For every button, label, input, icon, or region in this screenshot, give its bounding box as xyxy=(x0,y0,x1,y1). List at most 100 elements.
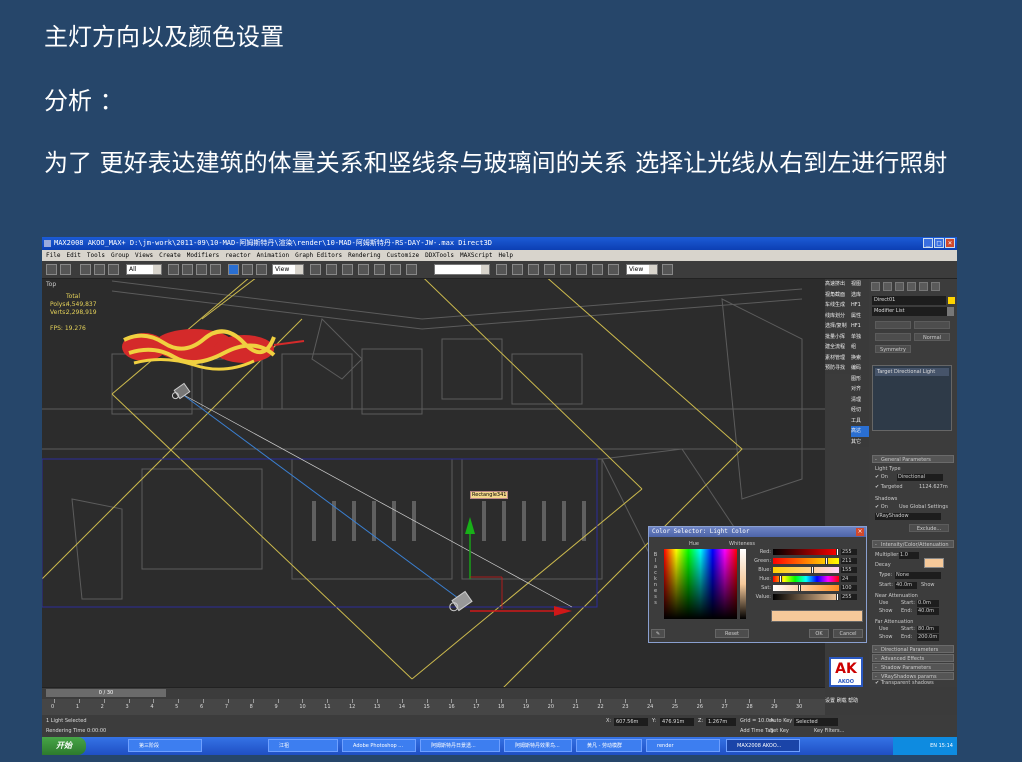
y-coordinate-field[interactable]: 476.91m xyxy=(660,718,694,726)
bind-icon[interactable] xyxy=(108,264,119,275)
taskbar-item[interactable]: 第三阶段 xyxy=(128,739,202,752)
channel-slider[interactable] xyxy=(773,557,839,565)
logo-menu[interactable]: 设置 刷载 帮助 xyxy=(825,697,858,704)
snap-icon[interactable] xyxy=(358,264,369,275)
channel-value-field[interactable]: 255 xyxy=(841,594,857,600)
plugin-tool-left-0[interactable]: 高速挤出 xyxy=(825,279,851,290)
plugin-tool-left-1[interactable]: 视角截面 xyxy=(825,290,851,301)
angle-snap-icon[interactable] xyxy=(374,264,385,275)
modifier-button-2[interactable] xyxy=(914,321,950,329)
region-select-icon[interactable] xyxy=(196,264,207,275)
multiplier-field[interactable]: 1.0 xyxy=(899,552,919,559)
exclude-button[interactable]: Exclude... xyxy=(909,524,949,532)
menu-item-reactor[interactable]: reactor xyxy=(225,252,250,259)
manipulate-icon[interactable] xyxy=(326,264,337,275)
channel-slider[interactable] xyxy=(773,548,839,556)
plugin-tool-right-12[interactable]: 经切 xyxy=(851,405,869,416)
shadow-params-rollout[interactable]: Shadow Parameters xyxy=(872,663,954,672)
redo-icon[interactable] xyxy=(60,264,71,275)
channel-value-field[interactable]: 24 xyxy=(841,576,857,582)
select-by-name-icon[interactable] xyxy=(182,264,193,275)
plugin-tool-right-2[interactable]: HF1 xyxy=(851,300,869,311)
object-name-field[interactable]: Direct01 xyxy=(872,296,946,305)
render-setup-icon[interactable] xyxy=(592,264,603,275)
utilities-tab-icon[interactable] xyxy=(931,282,940,291)
trackbar[interactable]: 0 1 2 3 4 5 6 7 8 9 10 11 12 13 14 15 16 17 18 19 20 21 22 23 24… xyxy=(42,699,825,715)
menu-item-maxscript[interactable]: MAXScript xyxy=(460,252,493,259)
decay-type-dropdown[interactable]: None xyxy=(895,572,941,579)
key-filters-button[interactable]: Key Filters... xyxy=(814,727,844,735)
taskbar-item[interactable]: 阿姆斯特丹效果鸟... xyxy=(504,739,572,752)
undo-icon[interactable] xyxy=(46,264,57,275)
far-use-checkbox[interactable]: Use xyxy=(879,626,888,633)
key-mode-dropdown[interactable]: Selected xyxy=(794,718,838,726)
cancel-button[interactable]: Cancel xyxy=(833,629,863,638)
pivot-icon[interactable] xyxy=(310,264,321,275)
modify-tab-icon[interactable] xyxy=(883,282,892,291)
taskbar-item[interactable]: Adobe Photoshop ... xyxy=(342,739,416,752)
symmetry-button[interactable]: Symmetry xyxy=(875,345,911,353)
schematic-view-icon[interactable] xyxy=(560,264,571,275)
named-selection-dropdown[interactable] xyxy=(434,264,490,275)
plugin-tool-right-6[interactable]: 组 xyxy=(851,342,869,353)
plugin-tool-right-11[interactable]: 清理 xyxy=(851,395,869,406)
z-coordinate-field[interactable]: 1.267m xyxy=(706,718,736,726)
targeted-checkbox[interactable]: ✔ Targeted xyxy=(875,484,903,491)
stack-item[interactable]: Target Directional Light xyxy=(875,368,949,376)
channel-slider-thumb[interactable] xyxy=(836,548,839,556)
plugin-tool-right-9[interactable]: 图形 xyxy=(851,374,869,385)
rotate-icon[interactable] xyxy=(242,264,253,275)
select-icon[interactable] xyxy=(168,264,179,275)
layer-manager-icon[interactable] xyxy=(528,264,539,275)
x-coordinate-field[interactable]: 607.56m xyxy=(614,718,648,726)
set-key-button[interactable]: Set Key xyxy=(770,727,789,735)
shadow-type-dropdown[interactable]: VRayShadow xyxy=(875,513,941,520)
hue-blackness-picker[interactable] xyxy=(664,549,737,619)
window-crossing-icon[interactable] xyxy=(210,264,221,275)
channel-slider-thumb[interactable] xyxy=(825,557,829,565)
dialog-title[interactable]: Color Selector: Light Color xyxy=(649,527,866,537)
close-button[interactable]: × xyxy=(945,238,955,248)
channel-slider[interactable] xyxy=(773,593,839,601)
near-start-field[interactable]: 0.0m xyxy=(917,600,939,607)
menu-item-group[interactable]: Group xyxy=(111,252,129,259)
menu-item-create[interactable]: Create xyxy=(159,252,181,259)
plugin-tool-right-4[interactable]: HF1 xyxy=(851,321,869,332)
plugin-tool-left-2[interactable]: 车线生成 xyxy=(825,300,851,311)
far-end-field[interactable]: 200.0m xyxy=(917,634,939,641)
link-icon[interactable] xyxy=(80,264,91,275)
decay-start-field[interactable]: 40.0m xyxy=(895,582,917,589)
menu-item-modifiers[interactable]: Modifiers xyxy=(187,252,220,259)
transparent-shadows-checkbox[interactable]: ✔ Transparent shadows xyxy=(875,680,934,687)
channel-slider-thumb[interactable] xyxy=(797,584,801,592)
quick-render-icon[interactable] xyxy=(662,264,673,275)
channel-slider[interactable] xyxy=(773,566,839,574)
object-color-swatch[interactable] xyxy=(948,297,955,304)
far-show-checkbox[interactable]: Show xyxy=(879,634,893,641)
use-global-checkbox[interactable]: Use Global Settings xyxy=(899,504,948,511)
channel-value-field[interactable]: 100 xyxy=(841,585,857,591)
taskbar-item[interactable]: 黄凡 - 劳动模群 xyxy=(576,739,642,752)
near-show-checkbox[interactable]: Show xyxy=(879,608,893,615)
channel-slider-thumb[interactable] xyxy=(811,566,815,574)
whiteness-slider[interactable] xyxy=(740,549,746,619)
taskbar-item[interactable]: 阿姆斯特丹日景透... xyxy=(420,739,500,752)
plugin-tool-left-8[interactable]: 预防寻找 xyxy=(825,363,851,374)
menu-item-help[interactable]: Help xyxy=(499,252,513,259)
channel-slider[interactable] xyxy=(773,575,839,583)
keyboard-shortcut-icon[interactable] xyxy=(342,264,353,275)
intensity-rollout[interactable]: Intensity/Color/Attenuation xyxy=(872,540,954,549)
ref-coord-dropdown[interactable]: View xyxy=(272,264,304,275)
plugin-tool-right-3[interactable]: 属性 xyxy=(851,311,869,322)
plugin-tool-right-13[interactable]: 工具 xyxy=(851,416,869,427)
far-start-field[interactable]: 80.0m xyxy=(917,626,939,633)
material-editor-icon[interactable] xyxy=(576,264,587,275)
decay-show-checkbox[interactable]: Show xyxy=(921,582,935,589)
taskbar-item[interactable]: MAX2008 AKOO... xyxy=(726,739,800,752)
viewport-label[interactable]: Top xyxy=(46,281,56,288)
modifier-button-1[interactable] xyxy=(875,321,911,329)
menu-item-graph-editors[interactable]: Graph Editors xyxy=(295,252,342,259)
scale-icon[interactable] xyxy=(256,264,267,275)
directional-params-rollout[interactable]: Directional Parameters xyxy=(872,645,954,654)
start-button[interactable]: 开始 xyxy=(42,737,86,755)
